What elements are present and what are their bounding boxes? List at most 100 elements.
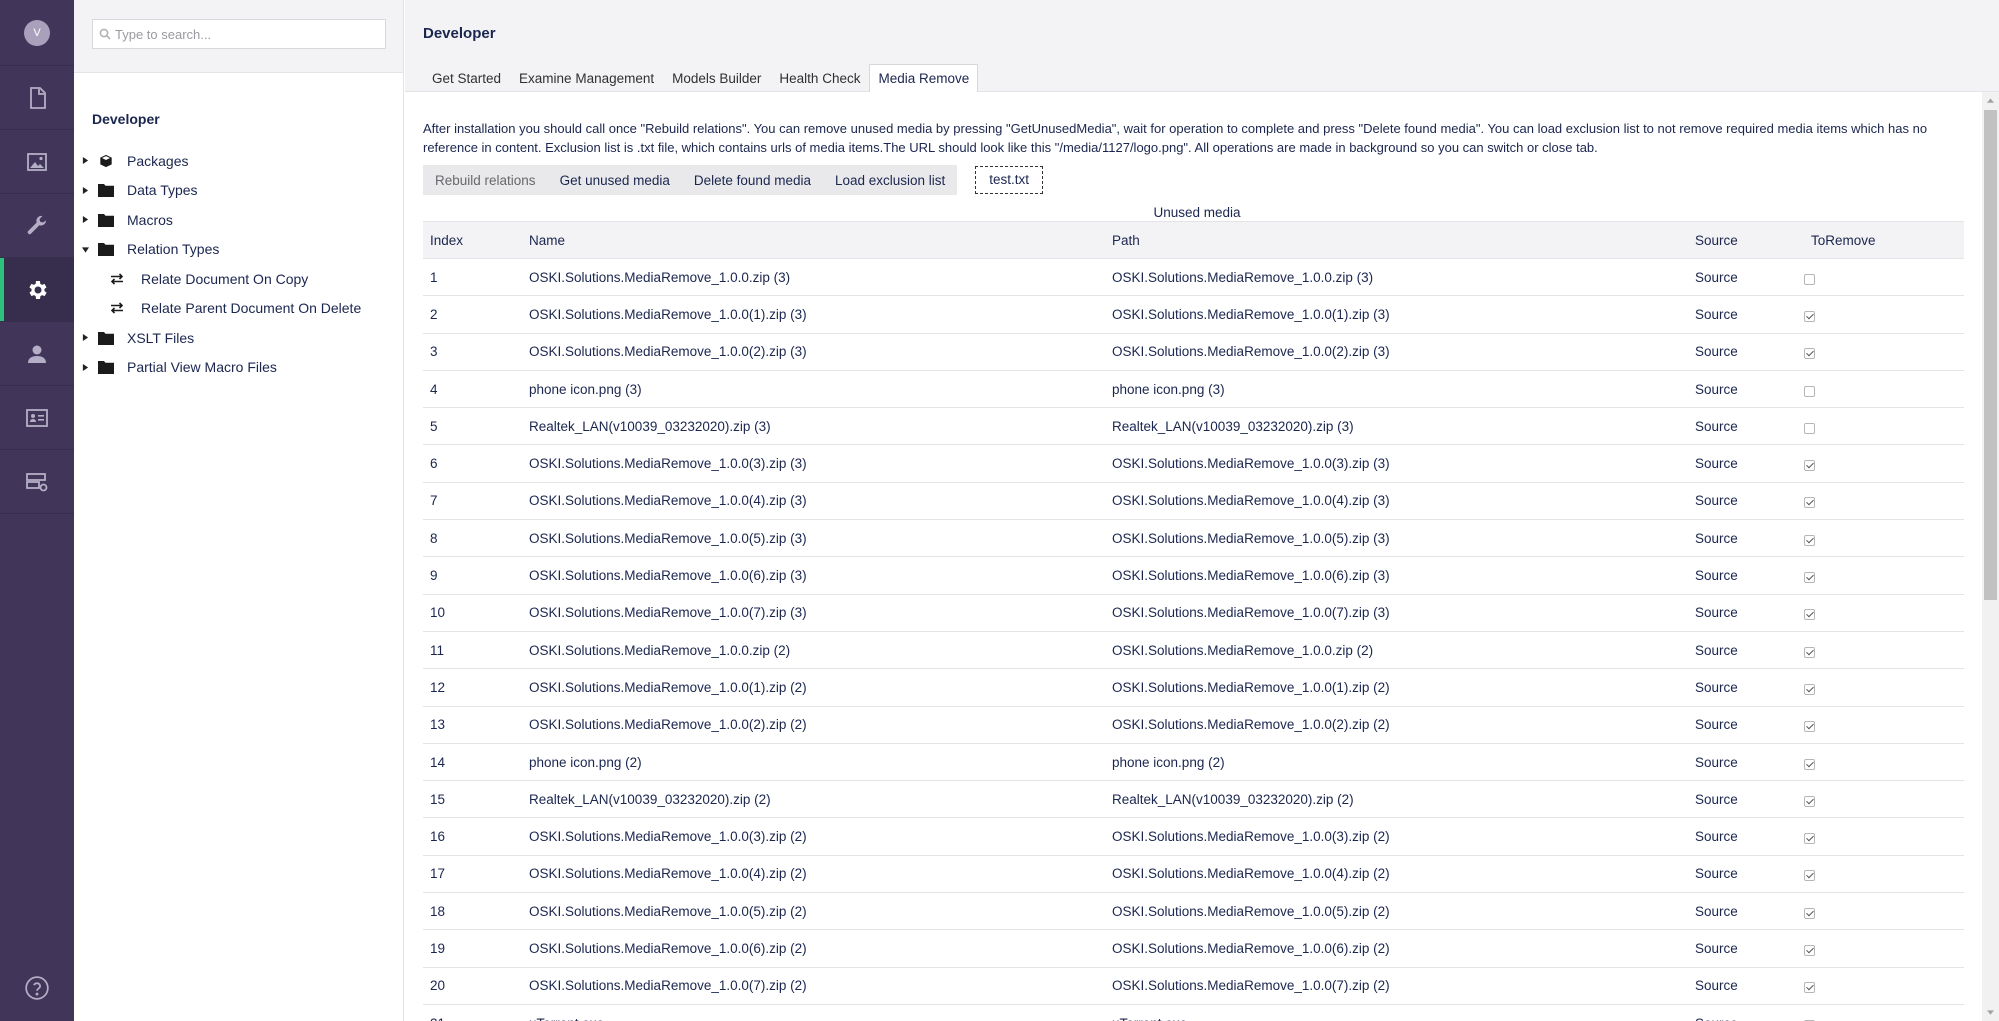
toremove-checkbox[interactable] xyxy=(1804,497,1815,509)
expand-caret-icon[interactable] xyxy=(77,363,93,371)
cell-source: Source xyxy=(1688,407,1804,446)
cell-path: OSKI.Solutions.MediaRemove_1.0.0.zip (2) xyxy=(1105,631,1688,670)
media-section[interactable] xyxy=(0,130,74,194)
tree-item-label: Relation Types xyxy=(127,241,220,258)
forms-icon xyxy=(26,472,48,491)
get-unused-media-button[interactable]: Get unused media xyxy=(547,165,682,195)
scroll-down-icon[interactable] xyxy=(1982,1004,1999,1021)
table-row: 2 OSKI.Solutions.MediaRemove_1.0.0(1).zip… xyxy=(423,295,1964,334)
toremove-checkbox[interactable] xyxy=(1804,273,1815,285)
tree-item-macros[interactable]: Macros xyxy=(74,205,403,235)
toremove-checkbox[interactable] xyxy=(1804,646,1815,658)
folder-icon xyxy=(98,183,118,198)
table-row: 12 OSKI.Solutions.MediaRemove_1.0.0(1).zi… xyxy=(423,668,1964,707)
expand-caret-icon[interactable] xyxy=(77,186,93,194)
cell-source: Source xyxy=(1688,929,1804,968)
toremove-checkbox[interactable] xyxy=(1804,683,1815,695)
content-section[interactable] xyxy=(0,66,74,130)
toremove-checkbox[interactable] xyxy=(1804,460,1815,472)
cell-source: Source xyxy=(1688,631,1804,670)
folder-icon xyxy=(98,331,118,345)
column-header-toremove: ToRemove xyxy=(1804,221,1964,259)
toremove-checkbox[interactable] xyxy=(1804,721,1815,733)
cell-toremove xyxy=(1804,333,1964,371)
scrollbar-thumb[interactable] xyxy=(1984,110,1997,600)
cell-source: Source xyxy=(1688,556,1804,595)
table-row: 9 OSKI.Solutions.MediaRemove_1.0.0(6).zip… xyxy=(423,556,1964,595)
toremove-checkbox[interactable] xyxy=(1804,870,1815,882)
cell-source: Source xyxy=(1688,855,1804,894)
settings-section[interactable] xyxy=(0,194,74,258)
exclusion-file-input[interactable]: test.txt xyxy=(975,166,1044,194)
help-icon xyxy=(25,976,49,1000)
cell-path: phone icon.png (2) xyxy=(1105,743,1688,782)
tree-item-label: Relate Parent Document On Delete xyxy=(141,300,362,317)
toremove-checkbox[interactable] xyxy=(1804,534,1815,546)
cell-index: 8 xyxy=(423,519,522,558)
toremove-checkbox[interactable] xyxy=(1804,944,1815,956)
cell-index: 10 xyxy=(423,594,522,632)
forms-section[interactable] xyxy=(0,450,74,514)
delete-found-media-button[interactable]: Delete found media xyxy=(681,165,823,195)
tree-item-relate-document-on-copy[interactable]: Relate Document On Copy xyxy=(74,264,403,294)
rebuild-relations-button[interactable]: Rebuild relations xyxy=(423,165,548,195)
help-button[interactable] xyxy=(0,975,74,1001)
collapse-caret-icon[interactable] xyxy=(77,246,93,253)
tree-item-relation-types[interactable]: Relation Types xyxy=(74,235,403,265)
tree-item-label: Relate Document On Copy xyxy=(141,270,309,287)
toremove-checkbox[interactable] xyxy=(1804,795,1815,807)
toremove-checkbox[interactable] xyxy=(1804,833,1815,845)
cell-source: Source xyxy=(1688,743,1804,782)
toremove-checkbox[interactable] xyxy=(1804,758,1815,770)
tree-item-packages[interactable]: Packages xyxy=(74,146,403,176)
tab-examine-management[interactable]: Examine Management xyxy=(510,64,663,91)
load-exclusion-list-button[interactable]: Load exclusion list xyxy=(822,165,958,195)
column-header-path: Path xyxy=(1105,221,1688,259)
cell-name: OSKI.Solutions.MediaRemove_1.0.0.zip (2) xyxy=(522,631,1105,670)
folder-icon xyxy=(98,360,118,375)
search-input[interactable] xyxy=(115,26,375,42)
toremove-checkbox[interactable] xyxy=(1804,609,1815,621)
users-section[interactable] xyxy=(0,322,74,386)
cell-index: 21 xyxy=(423,1004,522,1021)
toremove-checkbox[interactable] xyxy=(1804,982,1815,994)
cell-index: 4 xyxy=(423,370,522,409)
scroll-up-icon[interactable] xyxy=(1982,92,1999,109)
members-section[interactable] xyxy=(0,386,74,450)
cell-name: OSKI.Solutions.MediaRemove_1.0.0(4).zip … xyxy=(522,482,1105,521)
table-row: 4 phone icon.png (3) phone icon.png (3) Sou… xyxy=(423,370,1964,409)
tree-item-data-types[interactable]: Data Types xyxy=(74,176,403,206)
toremove-checkbox[interactable] xyxy=(1804,348,1815,360)
cell-index: 18 xyxy=(423,892,522,931)
toremove-checkbox[interactable] xyxy=(1804,385,1815,397)
expand-caret-icon[interactable] xyxy=(77,157,93,165)
vertical-scrollbar[interactable] xyxy=(1982,92,1999,1021)
toremove-checkbox[interactable] xyxy=(1804,310,1815,322)
cell-toremove xyxy=(1804,817,1964,856)
expand-caret-icon[interactable] xyxy=(77,334,93,342)
tree-item-relate-parent-document-on-delete[interactable]: Relate Parent Document On Delete xyxy=(74,294,403,324)
cell-toremove xyxy=(1804,407,1964,446)
table-row: 6 OSKI.Solutions.MediaRemove_1.0.0(3).zip… xyxy=(423,444,1964,483)
tab-get-started[interactable]: Get Started xyxy=(423,64,510,91)
tab-models-builder[interactable]: Models Builder xyxy=(663,64,770,91)
tab-health-check[interactable]: Health Check xyxy=(770,64,869,91)
tree-root-label[interactable]: Developer xyxy=(74,73,403,146)
cell-path: OSKI.Solutions.MediaRemove_1.0.0(1).zip … xyxy=(1105,668,1688,707)
toremove-checkbox[interactable] xyxy=(1804,422,1815,434)
toremove-checkbox[interactable] xyxy=(1804,907,1815,919)
cell-path: OSKI.Solutions.MediaRemove_1.0.0(5).zip … xyxy=(1105,519,1688,558)
tree-item-xslt-files[interactable]: XSLT Files xyxy=(74,323,403,353)
tree-item-label: Macros xyxy=(127,211,173,228)
expand-caret-icon[interactable] xyxy=(77,216,93,224)
avatar[interactable]: V xyxy=(24,19,50,46)
search-box[interactable] xyxy=(92,19,386,49)
developer-section[interactable] xyxy=(0,258,74,322)
media-remove-content: After installation you should call once … xyxy=(423,92,1971,1021)
toremove-checkbox[interactable] xyxy=(1804,572,1815,584)
tab-media-remove[interactable]: Media Remove xyxy=(869,64,979,92)
table-row: 20 OSKI.Solutions.MediaRemove_1.0.0(7).zi… xyxy=(423,967,1964,1005)
tree-item-partial-view-macro-files[interactable]: Partial View Macro Files xyxy=(74,353,403,383)
cell-index: 13 xyxy=(423,706,522,744)
user-avatar-area[interactable]: V xyxy=(0,0,74,66)
